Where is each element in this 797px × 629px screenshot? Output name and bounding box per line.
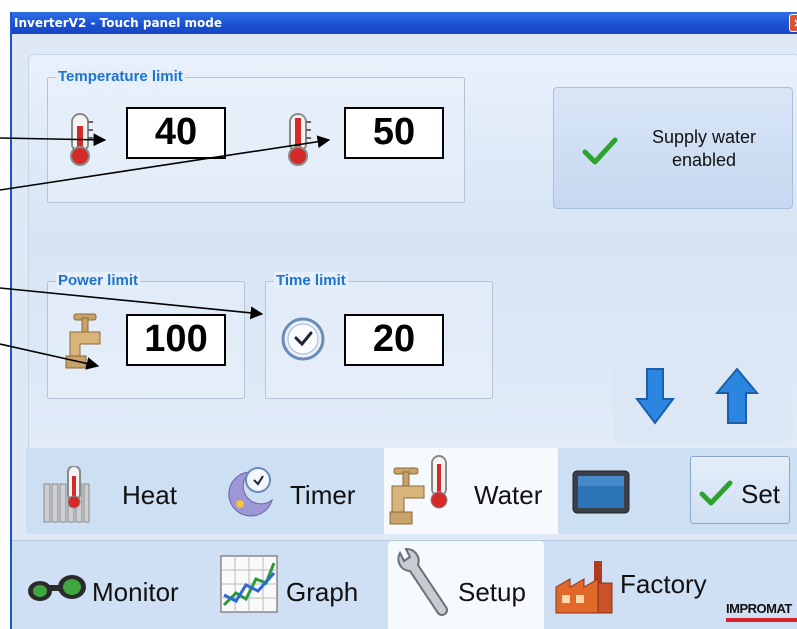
power-limit-group: Power limit 100 [47, 272, 245, 399]
arrow-down-icon[interactable] [635, 367, 675, 425]
arrow-controls [613, 353, 793, 441]
tab-display[interactable] [558, 448, 648, 534]
settings-panel: Temperature limit 40 50 Supply water ena… [28, 54, 797, 458]
check-icon [582, 137, 618, 165]
sub-tab-bar: Heat Timer Water Set [26, 448, 797, 534]
thermometer-high-icon [288, 113, 311, 166]
time-limit-group: Time limit 20 [265, 272, 493, 399]
tab-graph[interactable]: Graph [210, 541, 388, 629]
tab-water[interactable]: Water [384, 448, 558, 534]
supply-water-label: Supply water enabled [651, 127, 757, 170]
water-tap-icon [65, 313, 101, 369]
tab-setup[interactable]: Setup [388, 541, 544, 629]
screenshot-stage: InverterV2 - Touch panel mode × Temperat… [0, 0, 797, 629]
window-title: InverterV2 - Touch panel mode [14, 16, 223, 30]
timer-moon-icon [228, 467, 273, 517]
tab-setup-label: Setup [458, 577, 526, 607]
supply-water-toggle[interactable]: Supply water enabled [553, 87, 793, 209]
set-button-label: Set [741, 479, 781, 509]
power-limit-value[interactable]: 100 [126, 314, 226, 366]
wrench-icon [397, 548, 448, 616]
time-limit-legend: Time limit [274, 272, 348, 289]
temperature-limit-legend: Temperature limit [56, 68, 185, 85]
temperature-low-value[interactable]: 40 [126, 107, 226, 159]
tab-factory-label: Factory [620, 569, 707, 599]
radiator-icon [43, 466, 90, 523]
temperature-high-value[interactable]: 50 [344, 107, 444, 159]
tab-heat-label: Heat [122, 480, 177, 510]
main-tab-bar: Monitor Graph Setup Factory IMPROMAT [12, 540, 797, 629]
temperature-limit-group: Temperature limit 40 50 [47, 68, 465, 203]
graph-icon [220, 555, 278, 613]
tab-timer[interactable]: Timer [212, 448, 384, 534]
tab-graph-label: Graph [286, 577, 359, 607]
title-bar: InverterV2 - Touch panel mode × [12, 12, 797, 34]
thermometer-low-icon [70, 113, 93, 166]
tab-monitor-label: Monitor [92, 577, 179, 607]
monitor-screen-icon [572, 470, 630, 514]
brand-logo: IMPROMAT [726, 601, 792, 616]
water-tap-icon [389, 455, 448, 525]
close-button[interactable]: × [789, 14, 797, 32]
tab-monitor[interactable]: Monitor [12, 541, 210, 629]
time-limit-value[interactable]: 20 [344, 314, 444, 366]
app-window: InverterV2 - Touch panel mode × Temperat… [10, 12, 797, 629]
tab-timer-label: Timer [290, 480, 356, 510]
brand-logo-bar [726, 618, 797, 622]
factory-icon [555, 561, 613, 614]
clock-icon [281, 317, 325, 361]
tab-heat[interactable]: Heat [26, 448, 212, 534]
power-limit-legend: Power limit [56, 272, 141, 289]
binoculars-icon [28, 575, 86, 601]
arrow-up-icon[interactable] [715, 367, 759, 425]
tab-factory[interactable]: Factory IMPROMAT [544, 541, 797, 629]
check-icon [699, 480, 733, 506]
tab-water-label: Water [474, 480, 543, 510]
set-button[interactable]: Set [690, 456, 790, 524]
